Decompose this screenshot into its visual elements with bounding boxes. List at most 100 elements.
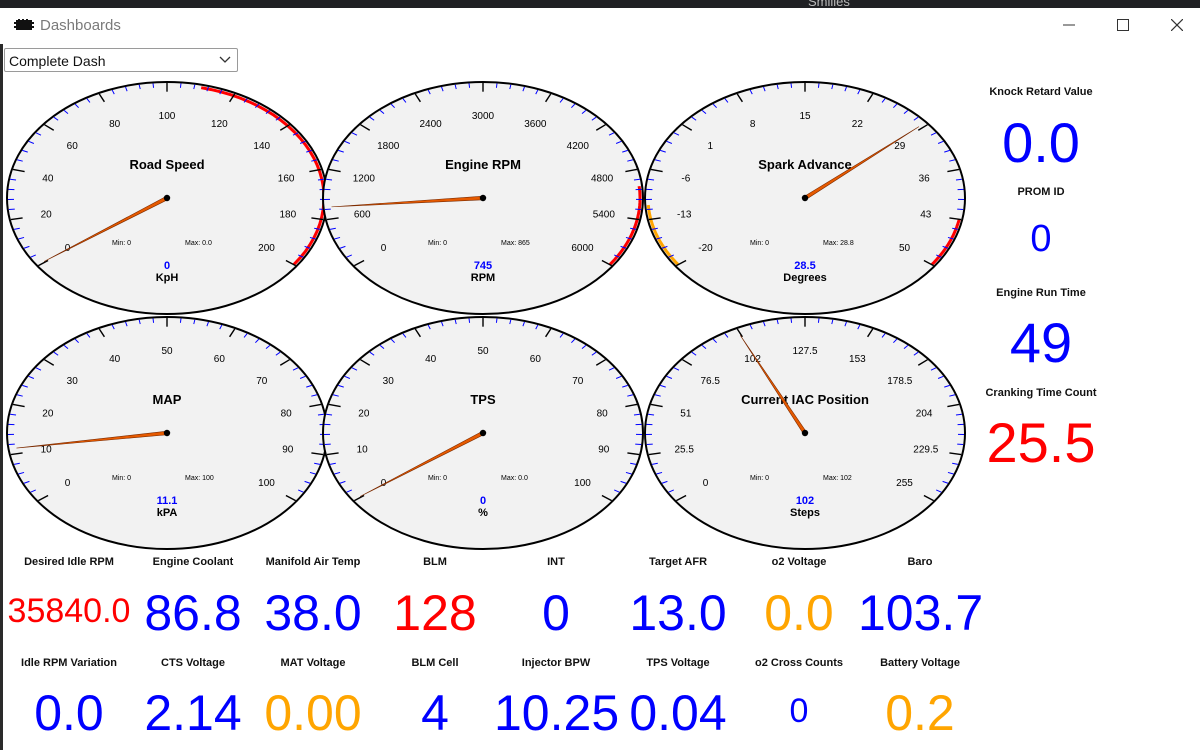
gauge-tick-label: 76.5: [700, 376, 720, 387]
gauge-tick-label: 20: [41, 210, 53, 221]
gauge-minor-tick: [317, 413, 324, 416]
gauge-max-label: Max: 28.8: [823, 240, 854, 247]
readout-value: 128: [393, 585, 477, 641]
gauge-tick-label: 50: [161, 346, 173, 357]
gauge-value: 745: [474, 260, 492, 272]
side-readout-value: 0: [1030, 218, 1052, 260]
gauge-tick-label: 600: [354, 210, 371, 221]
gauge-minor-tick: [152, 83, 155, 88]
gauge-needle-hub: [163, 194, 171, 202]
gauge-minor-tick: [633, 178, 640, 181]
readout-value: 0.2: [885, 685, 955, 741]
gauge-tick-label: 180: [279, 210, 296, 221]
gauge-max-label: Max: 100: [185, 475, 214, 482]
readout-label: CTS Voltage: [161, 657, 225, 669]
gauge-tick-label: 8: [750, 119, 756, 130]
readout-label: o2 Voltage: [771, 556, 827, 568]
gauge-minor-tick: [326, 413, 333, 416]
gauge-min-label: Min: 0: [428, 240, 447, 247]
gauge-tick-label: 100: [258, 478, 275, 489]
readout-value: 0.00: [264, 685, 362, 741]
readout-value: 0.04: [629, 685, 727, 741]
readout-value: 0: [542, 585, 570, 641]
gauge-max-label: Max: 102: [823, 475, 852, 482]
gauge-tick-label: 3000: [472, 111, 495, 122]
side-readout-value: 0.0: [1002, 111, 1080, 174]
gauge-tick-label: 255: [896, 478, 913, 489]
gauge-tick-label: 50: [899, 243, 911, 254]
gauge-min-label: Min: 0: [112, 475, 131, 482]
gauge-title: Road Speed: [129, 157, 204, 172]
gauge-unit: KpH: [156, 272, 179, 284]
readout-value: 0.0: [34, 685, 104, 741]
gauge-value: 0: [164, 260, 170, 272]
gauge-tick-label: 20: [358, 408, 370, 419]
side-readout-label: PROM ID: [1017, 186, 1065, 198]
gauge-tick-label: 43: [920, 210, 932, 221]
gauge-tick-label: -20: [698, 243, 713, 254]
gauge-needle-hub: [479, 429, 487, 437]
gauge-tick-label: 25.5: [674, 445, 694, 456]
gauge-tick-label: 60: [67, 141, 79, 152]
gauge-tick-label: 2400: [420, 119, 443, 130]
gauge-title: MAP: [153, 392, 182, 407]
gauge-tick-label: 200: [258, 243, 275, 254]
gauge-unit: Steps: [790, 507, 820, 519]
readout-value: 13.0: [629, 585, 727, 641]
gauge-minor-tick: [152, 318, 155, 323]
readout-label: Engine Coolant: [152, 556, 234, 568]
gauge-minor-tick: [10, 413, 17, 416]
gauge-tick-label: 22: [852, 119, 864, 130]
readout-label: Injector BPW: [521, 657, 591, 669]
gauge-tick-label: 6000: [571, 243, 594, 254]
gauge-minor-tick: [326, 178, 333, 181]
gauge-min-label: Min: 0: [112, 240, 131, 247]
gauge-tick-label: 29: [894, 141, 906, 152]
gauge-tick-label: 4200: [567, 141, 590, 152]
gauge-unit: %: [478, 507, 488, 519]
readout-label: Manifold Air Temp: [265, 556, 361, 568]
readout-label: INT: [547, 556, 565, 568]
readout-label: o2 Cross Counts: [754, 657, 843, 669]
gauge-tick-label: 80: [109, 119, 121, 130]
gauge-tick-label: 140: [253, 141, 270, 152]
gauge-tick-label: 60: [530, 354, 542, 365]
gauge-tick-label: -13: [677, 210, 692, 221]
gauge-spark-advance: -20 -13 -6 1 8 15 22 29 36 43 50 Spark Advance Min: …: [644, 81, 966, 315]
gauge-minor-tick: [817, 318, 820, 323]
gauge-tick-label: 127.5: [792, 346, 817, 357]
gauge-minor-tick: [495, 83, 498, 88]
gauge-tick-label: 20: [42, 408, 54, 419]
readout-value: 103.7: [858, 585, 982, 641]
gauge-minor-tick: [179, 83, 182, 88]
gauge-tick-label: 80: [597, 408, 609, 419]
gauge-minor-tick: [468, 83, 471, 88]
gauge-minor-tick: [790, 318, 793, 323]
readout-label: Desired Idle RPM: [24, 556, 114, 568]
gauge-tick-label: 0: [703, 478, 709, 489]
gauge-needle-hub: [801, 194, 809, 202]
gauge-tps: 0102030405060708090100TPSMin: 0 Max: 0.00…: [322, 316, 644, 550]
gauge-minor-tick: [10, 178, 17, 181]
gauge-tick-label: 153: [849, 354, 866, 365]
gauge-map: 0 10 20 30 40 50 60 70 80 90 100 MAP Min: 0 Max: 100 1…: [6, 316, 328, 550]
readout-label: Battery Voltage: [880, 657, 960, 669]
gauge-min-label: Min: 0: [750, 240, 769, 247]
readout-value: 86.8: [144, 585, 242, 641]
gauge-tick-label: 1800: [377, 141, 400, 152]
gauge-tick-label: 30: [67, 376, 79, 387]
gauge-engine-rpm: 0 600 1200 1800 2400 3000 3600 4200 4800 5400 6000…: [322, 81, 644, 315]
readout-label: MAT Voltage: [280, 657, 346, 669]
gauge-tick-label: 120: [211, 119, 228, 130]
readout-label: BLM: [423, 556, 447, 568]
readout-label: Baro: [907, 556, 933, 568]
gauge-title: Spark Advance: [758, 157, 851, 172]
gauge-tick-label: 4800: [591, 173, 614, 184]
readout-value: 4: [421, 685, 449, 741]
gauge-tick-label: 50: [477, 346, 489, 357]
gauge-tick-label: 10: [357, 445, 369, 456]
gauge-tick-label: 70: [256, 376, 268, 387]
gauge-tick-label: 15: [799, 111, 811, 122]
gauge-max-label: Max: 865: [501, 240, 530, 247]
gauge-tick-label: 178.5: [887, 376, 912, 387]
